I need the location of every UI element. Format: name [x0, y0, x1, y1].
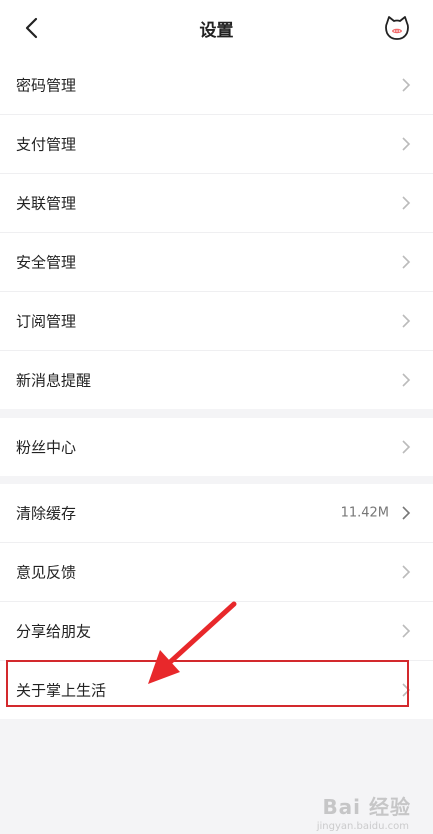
header-bar: 设置: [0, 0, 433, 56]
cat-face-icon[interactable]: [383, 14, 411, 42]
chevron-right-icon: [402, 506, 411, 520]
chevron-right-icon: [402, 137, 411, 151]
annotation-highlight-box: [6, 660, 409, 707]
settings-row-security[interactable]: 安全管理: [0, 233, 433, 292]
row-label: 密码管理: [16, 76, 77, 95]
row-label: 安全管理: [16, 253, 77, 272]
chevron-right-icon: [402, 440, 411, 454]
settings-row-linked[interactable]: 关联管理: [0, 174, 433, 233]
row-label: 关联管理: [16, 194, 77, 213]
row-label: 新消息提醒: [16, 371, 92, 390]
row-label: 支付管理: [16, 135, 77, 154]
settings-row-clear-cache[interactable]: 清除缓存 11.42M: [0, 484, 433, 543]
chevron-right-icon: [402, 314, 411, 328]
watermark-url: jingyan.baidu.com: [316, 821, 409, 832]
row-label: 订阅管理: [16, 312, 77, 331]
row-label: 分享给朋友: [16, 622, 92, 641]
settings-row-notification[interactable]: 新消息提醒: [0, 351, 433, 409]
cache-size-value: 11.42M: [340, 505, 389, 521]
settings-row-share[interactable]: 分享给朋友: [0, 602, 433, 661]
row-label: 意见反馈: [16, 563, 77, 582]
settings-group-account: 密码管理 支付管理 关联管理 安全管理 订阅管理 新消息提醒: [0, 56, 433, 409]
settings-row-feedback[interactable]: 意见反馈: [0, 543, 433, 602]
settings-row-payment[interactable]: 支付管理: [0, 115, 433, 174]
chevron-right-icon: [402, 565, 411, 579]
settings-group-fans: 粉丝中心: [0, 418, 433, 476]
chevron-right-icon: [402, 78, 411, 92]
chevron-right-icon: [402, 373, 411, 387]
page-title: 设置: [199, 21, 234, 41]
chevron-right-icon: [402, 196, 411, 210]
chevron-right-icon: [402, 255, 411, 269]
row-label: 清除缓存: [16, 504, 77, 523]
settings-row-subscription[interactable]: 订阅管理: [0, 292, 433, 351]
watermark-logo: Bai 经验: [322, 795, 411, 819]
row-label: 粉丝中心: [16, 438, 77, 457]
settings-row-fans-center[interactable]: 粉丝中心: [0, 418, 433, 476]
settings-row-password[interactable]: 密码管理: [0, 56, 433, 115]
chevron-right-icon: [402, 624, 411, 638]
